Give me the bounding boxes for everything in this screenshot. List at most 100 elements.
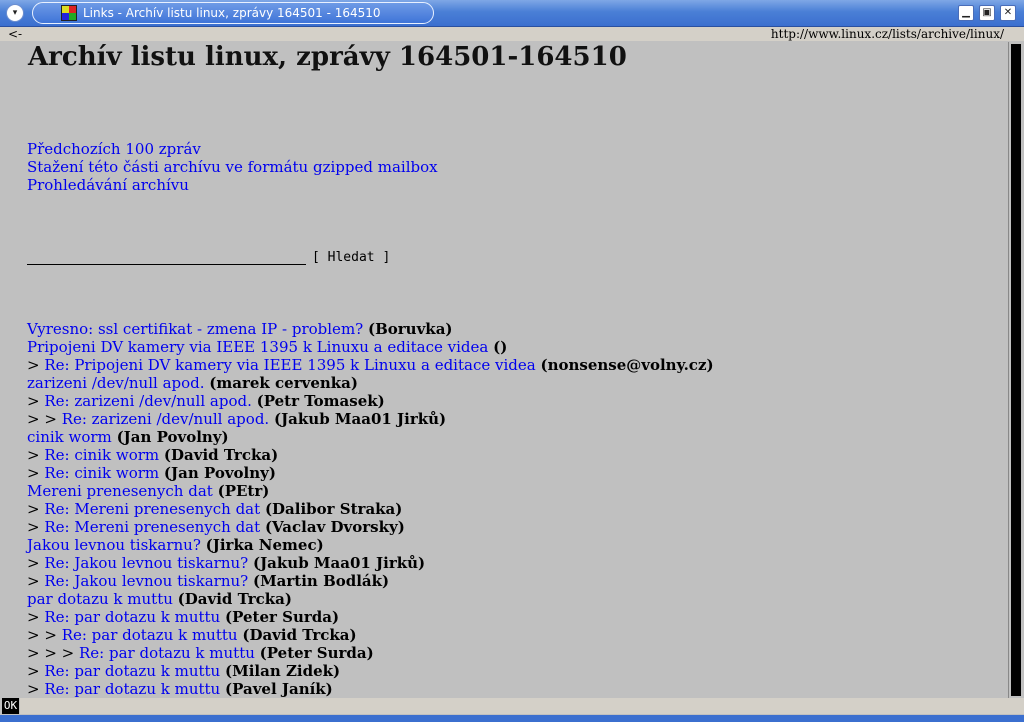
reply-depth-prefix: > xyxy=(27,500,45,518)
message-row: > > > Re: par dotazu k muttu (Peter Surd… xyxy=(27,644,374,662)
links-app-icon xyxy=(61,5,77,21)
message-subject-link[interactable]: Re: cinik worm xyxy=(44,464,159,482)
message-subject-link[interactable]: Re: par dotazu k muttu xyxy=(44,662,220,680)
message-subject-link[interactable]: Re: par dotazu k muttu xyxy=(44,680,220,698)
message-row: > > Re: zarizeni /dev/null apod. (Jakub … xyxy=(27,410,446,428)
reply-depth-prefix: > > xyxy=(27,626,62,644)
message-author: (Dalibor Straka) xyxy=(264,500,403,518)
message-row: > Re: Jakou levnou tiskarnu? (Jakub Maa0… xyxy=(27,554,425,572)
reply-depth-prefix: > xyxy=(27,554,45,572)
message-subject-link[interactable]: Vyresno: ssl certifikat - zmena IP - pro… xyxy=(27,320,363,338)
reply-depth-prefix: > xyxy=(27,662,45,680)
message-subject-link[interactable]: Re: Jakou levnou tiskarnu? xyxy=(44,554,248,572)
maximize-button[interactable]: ▣ xyxy=(979,5,995,21)
message-row: > > Re: par dotazu k muttu (David Trcka) xyxy=(27,626,357,644)
message-row: > Re: cinik worm (Jan Povolny) xyxy=(27,464,276,482)
message-author: (marek cervenka) xyxy=(209,374,359,392)
url-bar: <- http://www.linux.cz/lists/archive/lin… xyxy=(0,27,1024,41)
title-bar: ▾ Links - Archív listu linux, zprávy 164… xyxy=(0,0,1024,27)
search-archive-link[interactable]: Prohledávání archívu xyxy=(27,176,189,194)
message-row: > Re: Mereni prenesenych dat (Dalibor St… xyxy=(27,500,402,518)
message-row: > Re: cinik worm (David Trcka) xyxy=(27,446,278,464)
message-author: (Peter Surda) xyxy=(259,644,374,662)
reply-depth-prefix: > xyxy=(27,518,45,536)
bottom-border xyxy=(0,715,1024,722)
back-button[interactable]: <- xyxy=(8,27,22,41)
window-menu-icon[interactable]: ▾ xyxy=(6,4,24,22)
message-author: (David Trcka) xyxy=(163,446,279,464)
message-author: (Peter Surda) xyxy=(225,608,340,626)
message-author: (Jakub Maa01 Jirků) xyxy=(273,410,447,428)
message-row: Vyresno: ssl certifikat - zmena IP - pro… xyxy=(27,320,453,338)
message-author: (nonsense@volny.cz) xyxy=(540,356,714,374)
message-subject-link[interactable]: Re: Pripojeni DV kamery via IEEE 1395 k … xyxy=(44,356,535,374)
message-subject-link[interactable]: Re: cinik worm xyxy=(44,446,159,464)
message-subject-link[interactable]: Pripojeni DV kamery via IEEE 1395 k Linu… xyxy=(27,338,488,356)
reply-depth-prefix: > xyxy=(27,392,45,410)
search-button[interactable]: [ Hledat ] xyxy=(312,250,390,265)
message-row: Pripojeni DV kamery via IEEE 1395 k Linu… xyxy=(27,338,507,356)
message-row: > Re: Pripojeni DV kamery via IEEE 1395 … xyxy=(27,356,714,374)
title-pill: Links - Archív listu linux, zprávy 16450… xyxy=(32,2,434,24)
reply-depth-prefix: > > > xyxy=(27,644,80,662)
message-subject-link[interactable]: Re: par dotazu k muttu xyxy=(79,644,255,662)
message-subject-link[interactable]: Jakou levnou tiskarnu? xyxy=(27,536,201,554)
scrollbar[interactable] xyxy=(1008,42,1024,698)
reply-depth-prefix: > xyxy=(27,446,45,464)
message-author: (PEtr) xyxy=(217,482,270,500)
message-subject-link[interactable]: cinik worm xyxy=(27,428,112,446)
status-bar: OK xyxy=(0,698,1024,722)
message-author: (David Trcka) xyxy=(177,590,292,608)
message-subject-link[interactable]: Mereni prenesenych dat xyxy=(27,482,213,500)
message-author: (Vaclav Dvorsky) xyxy=(264,518,405,536)
reply-depth-prefix: > > xyxy=(27,410,62,428)
message-row: > Re: par dotazu k muttu (Milan Zidek) xyxy=(27,662,340,680)
message-subject-link[interactable]: Re: par dotazu k muttu xyxy=(44,608,220,626)
status-ok-indicator: OK xyxy=(2,698,19,714)
reply-depth-prefix: > xyxy=(27,680,45,698)
message-author: (Petr Tomasek) xyxy=(256,392,385,410)
message-subject-link[interactable]: Re: zarizeni /dev/null apod. xyxy=(62,410,270,428)
reply-depth-prefix: > xyxy=(27,464,45,482)
message-row: > Re: Mereni prenesenych dat (Vaclav Dvo… xyxy=(27,518,405,536)
scroll-thumb[interactable] xyxy=(1011,44,1021,696)
message-subject-link[interactable]: Re: zarizeni /dev/null apod. xyxy=(44,392,252,410)
message-author: (Jan Povolny) xyxy=(163,464,276,482)
message-author: (Pavel Janík) xyxy=(225,680,333,698)
current-url: http://www.linux.cz/lists/archive/linux/ xyxy=(770,27,1004,41)
message-subject-link[interactable]: Re: par dotazu k muttu xyxy=(62,626,238,644)
message-author: (David Trcka) xyxy=(242,626,357,644)
message-subject-link[interactable]: zarizeni /dev/null apod. xyxy=(27,374,205,392)
message-subject-link[interactable]: Re: Mereni prenesenych dat xyxy=(44,500,260,518)
message-subject-link[interactable]: Re: Mereni prenesenych dat xyxy=(44,518,260,536)
message-row: Jakou levnou tiskarnu? (Jirka Nemec) xyxy=(27,536,324,554)
message-row: > Re: par dotazu k muttu (Pavel Janík) xyxy=(27,680,333,698)
page-content: Archív listu linux, zprávy 164501-164510… xyxy=(0,42,1008,698)
close-button[interactable]: ✕ xyxy=(1000,5,1016,21)
message-author: () xyxy=(493,338,508,356)
message-row: cinik worm (Jan Povolny) xyxy=(27,428,229,446)
message-subject-link[interactable]: par dotazu k muttu xyxy=(27,590,173,608)
message-subject-link[interactable]: Re: Jakou levnou tiskarnu? xyxy=(44,572,248,590)
window-title: Links - Archív listu linux, zprávy 16450… xyxy=(83,6,381,20)
message-row: > Re: par dotazu k muttu (Peter Surda) xyxy=(27,608,339,626)
search-input[interactable] xyxy=(27,250,306,265)
message-author: (Jan Povolny) xyxy=(116,428,229,446)
message-author: (Jakub Maa01 Jirků) xyxy=(252,554,426,572)
message-row: Mereni prenesenych dat (PEtr) xyxy=(27,482,269,500)
message-row: > Re: Jakou levnou tiskarnu? (Martin Bod… xyxy=(27,572,389,590)
previous-messages-link[interactable]: Předchozích 100 zpráv xyxy=(27,140,201,158)
message-row: par dotazu k muttu (David Trcka) xyxy=(27,590,292,608)
reply-depth-prefix: > xyxy=(27,356,45,374)
message-author: (Boruvka) xyxy=(368,320,453,338)
message-author: (Martin Bodlák) xyxy=(252,572,390,590)
message-author: (Jirka Nemec) xyxy=(205,536,324,554)
message-row: zarizeni /dev/null apod. (marek cervenka… xyxy=(27,374,358,392)
status-field xyxy=(20,698,1024,714)
page-title: Archív listu linux, zprávy 164501-164510 xyxy=(28,42,627,72)
reply-depth-prefix: > xyxy=(27,572,45,590)
download-mailbox-link[interactable]: Stažení této části archívu ve formátu gz… xyxy=(27,158,438,176)
minimize-button[interactable]: ▁ xyxy=(958,5,974,21)
message-author: (Milan Zidek) xyxy=(225,662,341,680)
message-row: > Re: zarizeni /dev/null apod. (Petr Tom… xyxy=(27,392,385,410)
